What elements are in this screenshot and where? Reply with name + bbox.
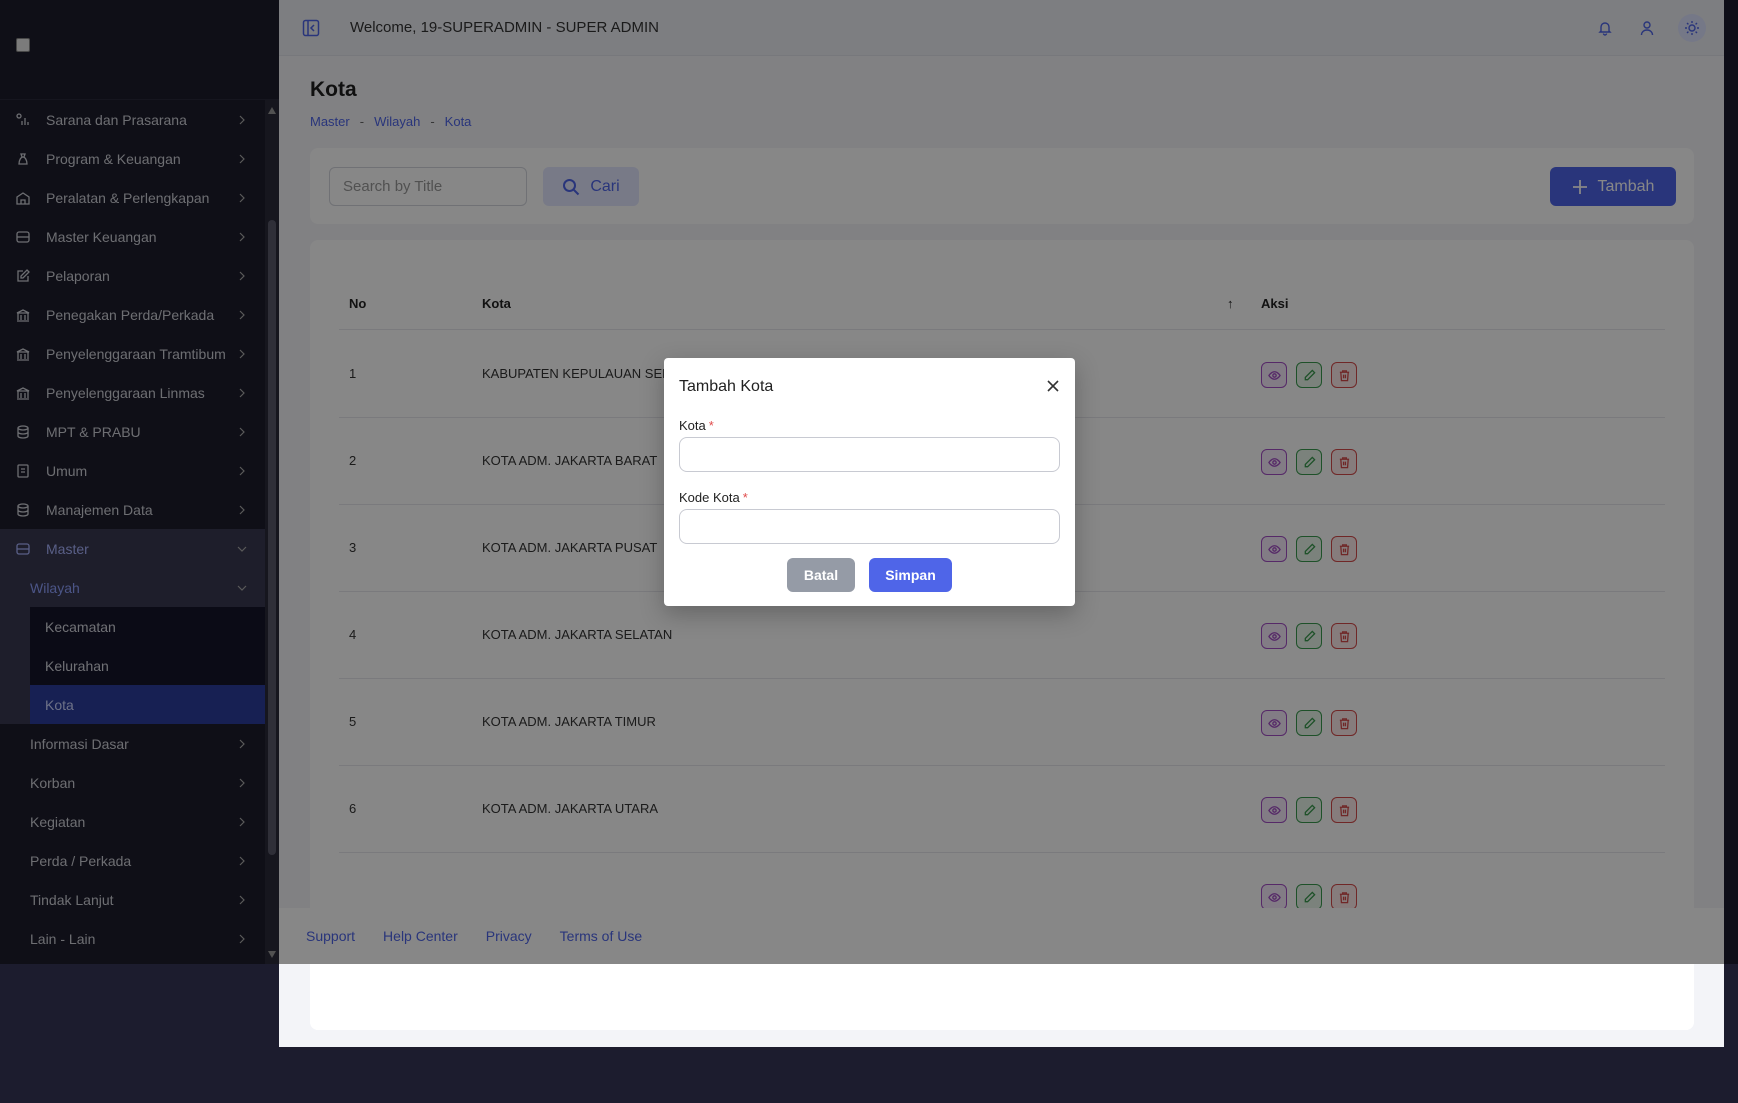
required-asterisk: * <box>708 418 714 433</box>
kota-input[interactable] <box>679 437 1060 472</box>
tambah-kota-modal: Tambah Kota Kota * Kode Kota * Batal Simpa… <box>664 358 1075 606</box>
kode-kota-field-label: Kode Kota * <box>679 490 748 505</box>
modal-title: Tambah Kota <box>679 378 774 395</box>
simpan-button[interactable]: Simpan <box>869 558 952 592</box>
close-icon[interactable] <box>1045 378 1061 394</box>
required-asterisk: * <box>742 490 748 505</box>
kota-label-text: Kota <box>679 418 706 433</box>
kode-kota-label-text: Kode Kota <box>679 490 740 505</box>
batal-button[interactable]: Batal <box>787 558 855 592</box>
blank-card <box>310 972 1694 1030</box>
kota-field-label: Kota * <box>679 418 714 433</box>
kode-kota-input[interactable] <box>679 509 1060 544</box>
